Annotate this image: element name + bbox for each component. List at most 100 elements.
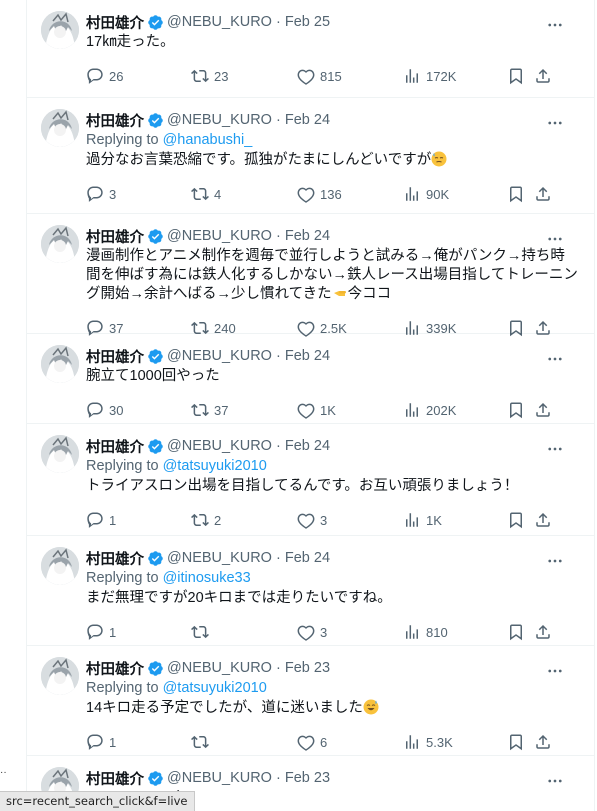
author-name[interactable]: 村田雄介 bbox=[86, 658, 144, 679]
like-button[interactable]: 6 bbox=[297, 732, 327, 752]
more-icon[interactable] bbox=[546, 114, 564, 132]
tweet[interactable]: 村田雄介 @NEBU_KURO · Feb 25 17㎞走った。 26 23 8… bbox=[27, 0, 594, 98]
tweet[interactable]: 村田雄介 @NEBU_KURO · Feb 24 腕立て1000回やった 30 … bbox=[27, 334, 594, 424]
like-count: 136 bbox=[320, 186, 342, 202]
bookmark-button[interactable] bbox=[507, 510, 525, 530]
tweet-text: トライアスロン出場を目指してるんです。お互い頑張りましょう！ bbox=[86, 478, 519, 494]
tweet-date[interactable]: Feb 24 bbox=[285, 550, 330, 566]
views-button[interactable]: 5.3K bbox=[403, 732, 453, 752]
tweet[interactable]: 村田雄介 @NEBU_KURO · Feb 24 漫画制作とアニメ制作を週毎で並… bbox=[27, 214, 594, 337]
replying-handle-link[interactable]: @hanabushi_ bbox=[163, 132, 253, 148]
author-handle[interactable]: @NEBU_KURO bbox=[167, 550, 272, 566]
tweet[interactable]: 村田雄介 @NEBU_KURO · Feb 23 Replying to @ta… bbox=[27, 646, 594, 756]
avatar[interactable] bbox=[41, 11, 79, 49]
like-button[interactable]: 3 bbox=[297, 510, 327, 530]
author-handle[interactable]: @NEBU_KURO bbox=[167, 14, 272, 30]
heart-icon bbox=[297, 187, 315, 203]
views-button[interactable]: 172K bbox=[403, 66, 456, 86]
reply-count: 1 bbox=[109, 624, 117, 640]
avatar[interactable] bbox=[41, 109, 79, 147]
share-button[interactable] bbox=[534, 66, 552, 86]
like-button[interactable]: 3 bbox=[297, 622, 327, 642]
replying-handle-link[interactable]: @tatsuyuki2010 bbox=[163, 458, 267, 474]
author-handle[interactable]: @NEBU_KURO bbox=[167, 438, 272, 454]
author-name[interactable]: 村田雄介 bbox=[86, 548, 144, 569]
author-name[interactable]: 村田雄介 bbox=[86, 768, 144, 789]
tweet-date[interactable]: Feb 24 bbox=[285, 112, 330, 128]
bookmark-button[interactable] bbox=[507, 732, 525, 752]
share-button[interactable] bbox=[534, 622, 552, 642]
bookmark-button[interactable] bbox=[507, 66, 525, 86]
reply-button[interactable]: 1 bbox=[86, 510, 116, 530]
tweet[interactable]: 村田雄介 @NEBU_KURO · Feb 24 Replying to @ta… bbox=[27, 424, 594, 536]
author-handle[interactable]: @NEBU_KURO bbox=[167, 112, 272, 128]
reply-button[interactable]: 26 bbox=[86, 66, 123, 86]
tweet[interactable]: 村田雄介 @NEBU_KURO · Feb 24 Replying to @it… bbox=[27, 536, 594, 646]
retweet-button[interactable]: 37 bbox=[191, 400, 228, 420]
replying-handle-link[interactable]: @tatsuyuki2010 bbox=[163, 680, 267, 696]
author-name[interactable]: 村田雄介 bbox=[86, 226, 144, 247]
author-handle[interactable]: @NEBU_KURO bbox=[167, 228, 272, 244]
retweet-button[interactable]: 4 bbox=[191, 184, 221, 204]
avatar[interactable] bbox=[41, 435, 79, 473]
more-icon[interactable] bbox=[546, 662, 564, 680]
author-name[interactable]: 村田雄介 bbox=[86, 436, 144, 457]
reply-count: 1 bbox=[109, 734, 117, 750]
view-count: 5.3K bbox=[426, 734, 453, 750]
avatar[interactable] bbox=[41, 345, 79, 383]
author-handle[interactable]: @NEBU_KURO bbox=[167, 660, 272, 676]
reply-button[interactable]: 3 bbox=[86, 184, 116, 204]
tweet-date[interactable]: Feb 24 bbox=[285, 438, 330, 454]
views-button[interactable]: 202K bbox=[403, 400, 456, 420]
retweet-button[interactable] bbox=[191, 622, 214, 642]
views-button[interactable]: 810 bbox=[403, 622, 448, 642]
retweet-button[interactable] bbox=[191, 732, 214, 752]
tweet-date[interactable]: Feb 25 bbox=[285, 14, 330, 30]
tweet-date[interactable]: Feb 24 bbox=[285, 228, 330, 244]
views-button[interactable]: 1K bbox=[403, 510, 442, 530]
author-name[interactable]: 村田雄介 bbox=[86, 110, 144, 131]
author-handle[interactable]: @NEBU_KURO bbox=[167, 348, 272, 364]
more-icon[interactable] bbox=[546, 350, 564, 368]
more-icon[interactable] bbox=[546, 16, 564, 34]
reply-button[interactable]: 1 bbox=[86, 622, 116, 642]
bookmark-button[interactable] bbox=[507, 622, 525, 642]
share-button[interactable] bbox=[534, 732, 552, 752]
tweet-text: まだ無理ですが20キロまでは走りたいですね。 bbox=[86, 590, 392, 606]
views-button[interactable]: 90K bbox=[403, 184, 449, 204]
more-icon[interactable] bbox=[546, 440, 564, 458]
retweet-button[interactable]: 23 bbox=[191, 66, 228, 86]
retweet-button[interactable]: 2 bbox=[191, 510, 221, 530]
tweet-text-suffix: 今ココ bbox=[347, 286, 392, 302]
like-button[interactable]: 136 bbox=[297, 184, 342, 204]
like-button[interactable]: 815 bbox=[297, 66, 342, 86]
tweet-date[interactable]: Feb 23 bbox=[285, 660, 330, 676]
avatar[interactable] bbox=[41, 657, 79, 695]
more-icon[interactable] bbox=[546, 772, 564, 790]
avatar[interactable] bbox=[41, 225, 79, 263]
replying-handle-link[interactable]: @itinosuke33 bbox=[163, 570, 251, 586]
separator-dot: · bbox=[271, 550, 285, 566]
bookmark-button[interactable] bbox=[507, 400, 525, 420]
retweet-icon bbox=[191, 187, 209, 201]
tweet[interactable]: 村田雄介 @NEBU_KURO · Feb 24 Replying to @ha… bbox=[27, 98, 594, 214]
author-name[interactable]: 村田雄介 bbox=[86, 346, 144, 367]
tweet-date[interactable]: Feb 23 bbox=[285, 770, 330, 786]
more-icon[interactable] bbox=[546, 552, 564, 570]
retweet-icon bbox=[191, 69, 209, 83]
reply-icon bbox=[87, 512, 103, 528]
like-button[interactable]: 1K bbox=[297, 400, 336, 420]
more-icon[interactable] bbox=[546, 230, 564, 248]
bookmark-button[interactable] bbox=[507, 184, 525, 204]
author-handle[interactable]: @NEBU_KURO bbox=[167, 770, 272, 786]
share-button[interactable] bbox=[534, 510, 552, 530]
share-button[interactable] bbox=[534, 400, 552, 420]
reply-button[interactable]: 30 bbox=[86, 400, 123, 420]
tweet-text: 17㎞走った。 bbox=[86, 34, 175, 50]
reply-button[interactable]: 1 bbox=[86, 732, 116, 752]
share-button[interactable] bbox=[534, 184, 552, 204]
tweet-actions: 1 2 3 1K bbox=[86, 502, 578, 538]
avatar[interactable] bbox=[41, 547, 79, 585]
tweet-date[interactable]: Feb 24 bbox=[285, 348, 330, 364]
author-name[interactable]: 村田雄介 bbox=[86, 12, 144, 33]
